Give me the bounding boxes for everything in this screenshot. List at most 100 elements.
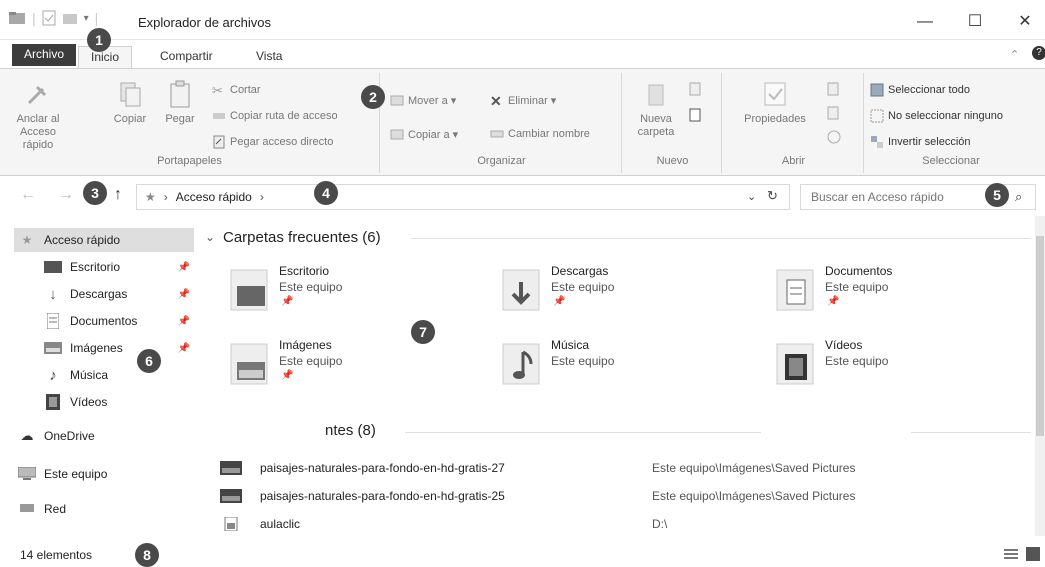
move-to-label: Mover a ▾ [408,94,457,107]
cloud-icon: ☁ [20,428,34,443]
move-to-button[interactable]: Mover a ▾ [390,93,456,107]
properties-button[interactable]: Propiedades [730,79,820,126]
up-arrow-icon[interactable]: ↑ [114,186,122,204]
sidebar-item-label: Vídeos [70,395,108,409]
forward-arrow-icon[interactable]: → [58,186,74,204]
callout-badge: 5 [985,183,1009,207]
properties-icon[interactable] [42,10,56,26]
section-header-frequent[interactable]: Carpetas frecuentes (6) [223,229,381,246]
list-item[interactable]: paisajes-naturales-para-fondo-en-hd-grat… [220,458,1030,480]
search-icon[interactable]: ⌕ [1015,189,1022,205]
copy-path-label: Copiar ruta de acceso [230,110,338,122]
folder-location: Este equipo [279,354,343,368]
vertical-scrollbar[interactable] [1035,216,1045,536]
select-all-icon [870,83,884,97]
pin-quick-access-button[interactable]: Anclar al Acceso rápido [6,79,70,152]
large-icons-view-icon[interactable] [1026,547,1040,561]
collapse-chevron-icon[interactable]: ⌄ [205,230,215,244]
history-icon[interactable] [826,129,844,145]
ribbon-tabs: Archivo Inicio Compartir Vista ⌃ ? [0,40,1045,68]
copy-to-label: Copiar a ▾ [408,128,459,141]
cut-button[interactable]: ✂ Cortar [212,83,261,98]
search-input[interactable] [811,190,1001,204]
back-arrow-icon[interactable]: ← [20,186,36,204]
copy-label: Copiar [113,113,147,125]
easy-access-icon[interactable] [688,107,710,123]
address-dropdown-icon[interactable]: ⌄ [747,190,756,203]
callout-badge: 8 [135,543,159,567]
document-icon [44,313,62,329]
sidebar-item-musica[interactable]: ♪ Música [44,363,194,387]
breadcrumb-chevron-icon[interactable]: › [260,190,264,204]
breadcrumb-separator-icon[interactable]: › [164,190,168,204]
address-bar[interactable]: ★ › Acceso rápido › ⌄ ↻ [136,184,790,210]
sidebar-item-videos[interactable]: Vídeos [44,390,194,414]
rename-button[interactable]: Cambiar nombre [490,127,590,141]
sidebar-item-onedrive[interactable]: ☁ OneDrive [18,424,194,448]
list-item[interactable]: paisajes-naturales-para-fondo-en-hd-grat… [220,486,1030,508]
close-button[interactable]: ✕ [1005,10,1045,34]
tab-archivo[interactable]: Archivo [12,44,77,66]
tab-vista[interactable]: Vista [244,46,294,68]
sidebar-item-este-equipo[interactable]: Este equipo [18,462,194,486]
folder-tile-documentos[interactable]: Documentos Este equipo 📌 [775,264,1015,324]
select-none-icon [870,109,884,123]
recent-file-path: Este equipo\Imágenes\Saved Pictures [652,461,856,475]
folder-tile-escritorio[interactable]: Escritorio Este equipo 📌 [229,264,469,324]
folder-tile-descargas[interactable]: Descargas Este equipo 📌 [501,264,741,324]
copy-to-button[interactable]: Copiar a ▾ [390,127,458,141]
file-explorer-icon[interactable] [8,11,26,25]
help-icon[interactable]: ? [1032,46,1045,60]
collapse-ribbon-icon[interactable]: ⌃ [1010,48,1019,61]
folder-location: Este equipo [551,354,615,368]
invert-selection-button[interactable]: Invertir selección [870,135,971,149]
move-to-icon [390,95,404,106]
pin-icon[interactable]: 📌 [178,343,190,354]
customize-toolbar-icon[interactable]: ▾ [84,13,89,24]
rename-icon [490,130,504,138]
pin-icon[interactable]: 📌 [178,262,190,273]
group-nuevo: Nueva carpeta Nuevo [624,73,722,173]
video-film-icon [44,394,62,410]
tab-compartir[interactable]: Compartir [148,46,225,68]
edit-icon[interactable] [826,105,844,121]
folder-tile-videos[interactable]: Vídeos Este equipo [775,338,1015,398]
details-view-icon[interactable] [1004,548,1018,560]
sidebar-item-imagenes[interactable]: Imágenes 📌 [44,336,194,360]
group-seleccionar: Seleccionar todo No seleccionar ninguno … [866,73,1036,173]
sidebar-item-documentos[interactable]: Documentos 📌 [44,309,194,333]
new-item-icon[interactable] [688,81,710,97]
minimize-button[interactable]: — [905,10,945,34]
breadcrumb-quick-access[interactable]: Acceso rápido [176,190,252,204]
scrollbar-thumb[interactable] [1036,236,1044,436]
sidebar-item-escritorio[interactable]: Escritorio 📌 [44,255,194,279]
sidebar-item-acceso-rapido[interactable]: ★ Acceso rápido [14,228,194,252]
section-divider [411,238,1031,239]
pin-icon[interactable]: 📌 [178,289,190,300]
quick-access-star-icon: ★ [145,190,156,204]
select-none-button[interactable]: No seleccionar ninguno [870,109,1003,123]
open-icon[interactable] [826,81,844,97]
list-item[interactable]: aulaclic D:\ [220,514,1030,536]
copy-path-button[interactable]: Copiar ruta de acceso [212,109,338,123]
new-folder-icon[interactable] [62,11,78,25]
sidebar-item-label: Música [70,368,109,382]
copy-button[interactable]: Copiar [108,79,152,126]
paste-button[interactable]: Pegar [158,79,202,126]
paste-shortcut-button[interactable]: Pegar acceso directo [212,135,333,149]
section-header-recent[interactable]: ntes (8) [325,422,376,439]
recent-file-name: paisajes-naturales-para-fondo-en-hd-grat… [260,461,505,475]
window-title: Explorador de archivos [138,15,271,30]
folder-tile-imagenes[interactable]: Imágenes Este equipo 📌 [229,338,469,398]
delete-button[interactable]: ✕ Eliminar ▾ [490,93,556,109]
sidebar-item-label: Imágenes [70,341,123,355]
pin-icon[interactable]: 📌 [178,316,190,327]
maximize-button[interactable]: ☐ [955,10,995,34]
sidebar-item-label: Red [44,502,67,516]
sidebar-item-red[interactable]: Red [18,497,194,521]
select-all-button[interactable]: Seleccionar todo [870,83,970,97]
refresh-icon[interactable]: ↻ [767,188,778,204]
sidebar-item-descargas[interactable]: ↓ Descargas 📌 [44,282,194,306]
new-folder-button[interactable]: Nueva carpeta [628,79,684,139]
folder-tile-musica[interactable]: Música Este equipo [501,338,741,398]
